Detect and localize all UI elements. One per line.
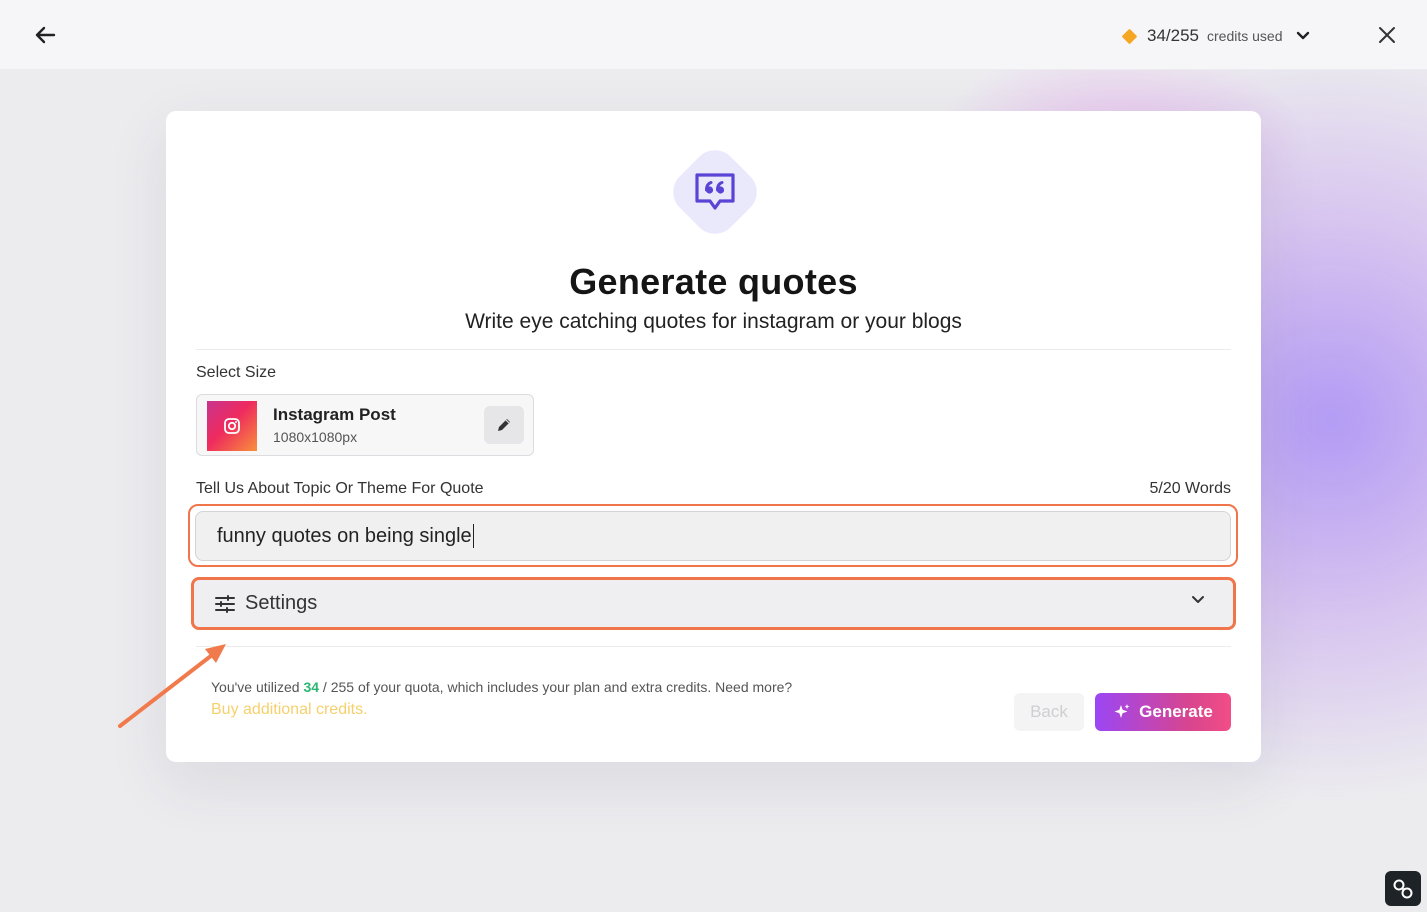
credits-dropdown[interactable]: 34/255 credits used [1121,24,1310,48]
pencil-icon [495,416,513,434]
sparkle-icon [1113,703,1131,721]
generate-button[interactable]: Generate [1095,693,1231,731]
size-selector[interactable]: Instagram Post 1080x1080px [196,394,534,456]
footer-divider [196,646,1231,647]
instagram-icon [207,401,257,451]
text-caret [472,524,474,548]
quota-suffix: of your quota, which includes your plan … [357,679,793,695]
size-name: Instagram Post [273,405,396,424]
settings-label: Settings [245,592,318,614]
link-icon[interactable] [1385,871,1421,906]
settings-accordion[interactable]: Settings [191,577,1236,630]
credits-used-count: 34/255 [1147,26,1199,45]
back-button[interactable]: Back [1014,693,1084,731]
quota-total: 255 [330,679,355,695]
chevron-down-icon [1191,595,1205,605]
credits-used-label: credits used [1207,28,1283,44]
dialog-title: Generate quotes [569,261,858,302]
diamond-icon [1121,28,1138,44]
size-dimensions: 1080x1080px [273,429,358,445]
quota-text: You've utilized 34 / 255 of your quota, … [211,679,792,695]
generate-label: Generate [1139,702,1213,721]
topic-input[interactable]: funny quotes on being single [195,511,1231,561]
back-arrow-icon[interactable] [30,22,60,48]
topic-input-value: funny quotes on being single [217,524,472,547]
topic-label: Tell Us About Topic Or Theme For Quote [196,480,484,497]
quote-bubble-icon [664,141,766,243]
header-divider [196,349,1231,350]
edit-size-button[interactable] [484,406,524,444]
chevron-down-icon [1296,31,1310,41]
top-bar: 34/255 credits used [0,0,1427,70]
close-icon[interactable] [1374,22,1400,48]
generate-quotes-dialog: Generate quotes Write eye catching quote… [166,111,1261,762]
annotation-arrow [118,644,226,728]
sliders-icon [215,594,235,613]
word-count: 5/20 Words [1149,480,1231,497]
quota-used: 34 [303,679,320,695]
quota-separator: / [322,679,327,695]
select-size-label: Select Size [196,364,277,381]
dialog-subtitle: Write eye catching quotes for instagram … [465,310,962,333]
